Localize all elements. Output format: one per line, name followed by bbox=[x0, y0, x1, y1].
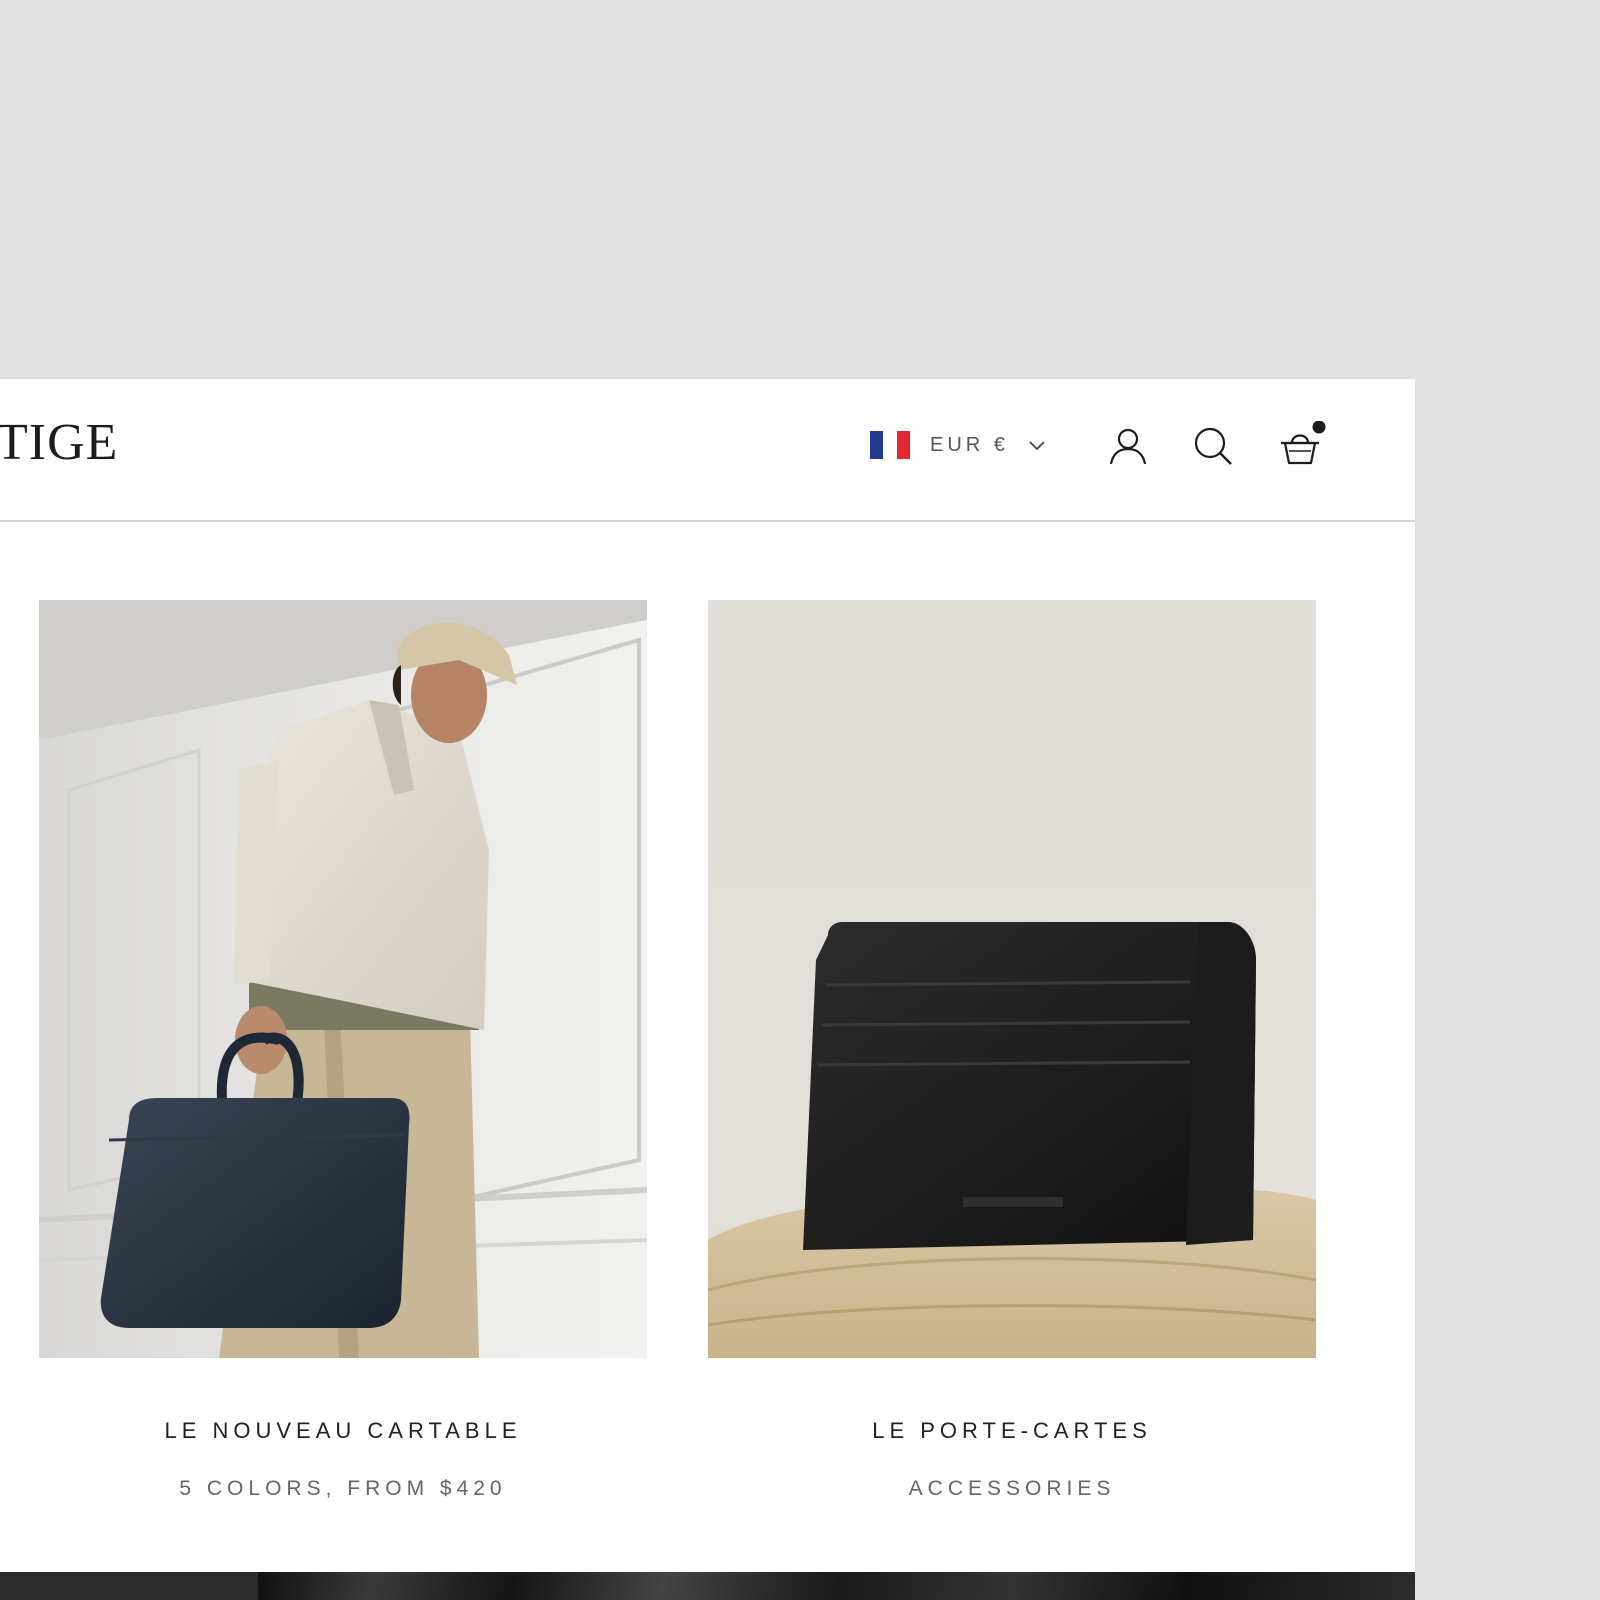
france-flag-icon bbox=[870, 431, 910, 459]
browser-window: TIGE EUR € LE NOUVEAU CARTABLE 5 COLORS,… bbox=[0, 379, 1415, 1600]
search-icon[interactable] bbox=[1193, 426, 1233, 466]
product-title[interactable]: LE NOUVEAU CARTABLE bbox=[39, 1418, 647, 1444]
basket-icon[interactable] bbox=[1278, 421, 1330, 469]
currency-label: EUR € bbox=[930, 433, 1009, 456]
man-with-briefcase-image bbox=[39, 600, 647, 1358]
product-card[interactable]: LE PORTE-CARTES ACCESSORIES bbox=[708, 600, 1316, 1500]
product-subtitle: 5 COLORS, FROM $420 bbox=[179, 1477, 507, 1500]
chevron-down-icon bbox=[1029, 441, 1045, 451]
cart-badge-dot bbox=[1312, 421, 1326, 434]
product-title[interactable]: LE PORTE-CARTES bbox=[708, 1418, 1316, 1444]
product-subtitle: ACCESSORIES bbox=[908, 1477, 1116, 1500]
user-icon[interactable] bbox=[1108, 426, 1148, 466]
next-product-image-preview bbox=[0, 1572, 1415, 1600]
product-image[interactable] bbox=[708, 600, 1316, 1358]
card-holder-image bbox=[708, 600, 1316, 1358]
product-card[interactable]: LE NOUVEAU CARTABLE 5 COLORS, FROM $420 bbox=[39, 600, 647, 1500]
product-image[interactable] bbox=[39, 600, 647, 1358]
brand-logo[interactable]: TIGE bbox=[0, 417, 118, 469]
currency-selector[interactable]: EUR € bbox=[870, 429, 1047, 461]
site-header: TIGE EUR € bbox=[0, 379, 1415, 522]
